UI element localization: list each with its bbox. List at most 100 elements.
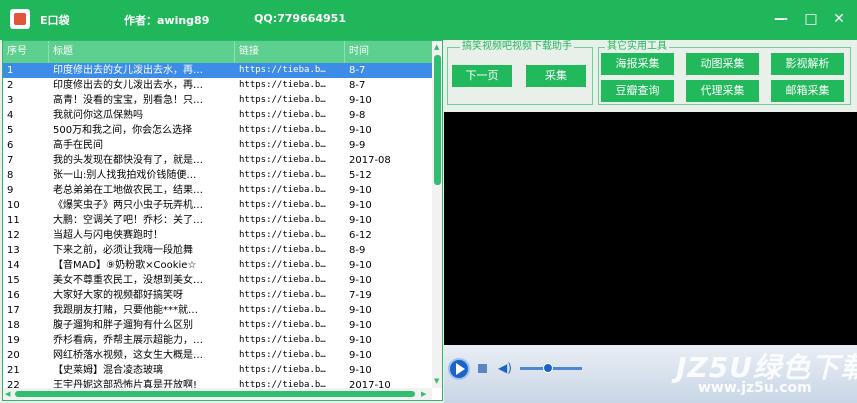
cell-title: 腹子遛狗和胖子遛狗有什么区别 <box>53 320 193 331</box>
author-label: 作者：awing89 <box>124 14 210 27</box>
horizontal-scrollbar[interactable]: ◀ ▶ <box>3 388 432 400</box>
cell-title: 乔杉看病，乔帮主展示超能力，… <box>53 335 203 346</box>
minimize-button[interactable]: — <box>771 9 791 29</box>
stop-icon[interactable] <box>478 364 487 373</box>
video-parse-button[interactable]: 影视解析 <box>771 53 844 75</box>
cell-no: 19 <box>7 335 20 346</box>
scroll-right-icon[interactable]: ▶ <box>421 388 426 400</box>
col-header-link[interactable]: 链接 <box>235 41 345 63</box>
cell-no: 1 <box>7 65 14 76</box>
cell-no: 15 <box>7 275 20 286</box>
cell-link: https://tieba.b… <box>239 320 326 330</box>
cell-title: 大家好大家的视频都好搞笑呀 <box>53 290 183 301</box>
scroll-left-icon[interactable]: ◀ <box>5 388 10 400</box>
cell-link: https://tieba.b… <box>239 155 326 165</box>
cell-link: https://tieba.b… <box>239 215 326 225</box>
cell-no: 4 <box>7 110 14 121</box>
col-header-time[interactable]: 时间 <box>345 41 432 63</box>
cell-time: 9-10 <box>349 95 372 106</box>
cell-no: 11 <box>7 215 20 226</box>
cell-time: 9-10 <box>349 365 372 376</box>
table-row[interactable]: 19 乔杉看病，乔帮主展示超能力，… https://tieba.b… 9-10 <box>3 333 432 348</box>
table-row[interactable]: 17 我跟朋友打赌，只要他能***就… https://tieba.b… 9-10 <box>3 303 432 318</box>
table-row[interactable]: 12 当超人与闪电侠赛跑时！ https://tieba.b… 6-12 <box>3 228 432 243</box>
poster-collect-button[interactable]: 海报采集 <box>601 53 674 75</box>
table-header: 序号 标题 链接 时间 <box>3 41 432 63</box>
collect-button[interactable]: 采集 <box>526 65 586 87</box>
table-row[interactable]: 4 我就问你这瓜保熟吗 https://tieba.b… 9-8 <box>3 108 432 123</box>
table-row[interactable]: 14 【音MAD】⑨奶粉歌×Cookie☆ https://tieba.b… 9-10 <box>3 258 432 273</box>
horizontal-scroll-thumb[interactable] <box>15 391 415 397</box>
cell-link: https://tieba.b… <box>239 125 326 135</box>
vertical-scrollbar[interactable]: ▲ ▼ <box>432 41 442 388</box>
cell-title: 当超人与闪电侠赛跑时！ <box>53 230 163 241</box>
cell-time: 9-10 <box>349 335 372 346</box>
cell-title: 高手在民间 <box>53 140 103 151</box>
cell-no: 21 <box>7 365 20 376</box>
cell-time: 9-10 <box>349 200 372 211</box>
table-row[interactable]: 6 高手在民间 https://tieba.b… 9-9 <box>3 138 432 153</box>
col-header-no[interactable]: 序号 <box>3 41 49 63</box>
title-bar: E口袋 作者：awing89 QQ:779664951 — □ ✕ <box>0 0 857 40</box>
table-row[interactable]: 1 印度修出去的女儿泼出去水，再… https://tieba.b… 8-7 <box>3 63 432 78</box>
table-row[interactable]: 10 《爆笑虫子》两只小虫子玩弄机… https://tieba.b… 9-10 <box>3 198 432 213</box>
watermark-url: www.jz5u.com <box>698 380 812 396</box>
cell-no: 10 <box>7 200 20 211</box>
cell-time: 9-10 <box>349 215 372 226</box>
cell-link: https://tieba.b… <box>239 110 326 120</box>
table-row[interactable]: 11 大鹏：空调关了吧！乔杉：关了… https://tieba.b… 9-10 <box>3 213 432 228</box>
cell-title: 【史莱姆】混合凌态玻璃 <box>53 365 163 376</box>
table-row[interactable]: 15 美女不尊重农民工，没想到美女… https://tieba.b… 9-10 <box>3 273 432 288</box>
table-row[interactable]: 16 大家好大家的视频都好搞笑呀 https://tieba.b… 7-19 <box>3 288 432 303</box>
cell-no: 17 <box>7 305 20 316</box>
next-page-button[interactable]: 下一页 <box>452 65 512 87</box>
cell-title: 印度修出去的女儿泼出去水，再… <box>53 65 203 76</box>
cell-link: https://tieba.b… <box>239 305 326 315</box>
douban-query-button[interactable]: 豆瓣查询 <box>601 80 674 102</box>
table-row[interactable]: 5 500万和我之间，你会怎么选择 https://tieba.b… 9-10 <box>3 123 432 138</box>
volume-icon[interactable]: ◀) <box>498 361 512 375</box>
close-button[interactable]: ✕ <box>829 9 849 29</box>
table-row[interactable]: 18 腹子遛狗和胖子遛狗有什么区别 https://tieba.b… 9-10 <box>3 318 432 333</box>
cell-no: 7 <box>7 155 14 166</box>
cell-title: 印度修出去的女儿泼出去水，再… <box>53 80 203 91</box>
cell-link: https://tieba.b… <box>239 200 326 210</box>
cell-link: https://tieba.b… <box>239 365 326 375</box>
table-row[interactable]: 9 老总弟弟在工地做农民工，结果… https://tieba.b… 9-10 <box>3 183 432 198</box>
cell-title: 高青！没看的宝宝，别看急！只… <box>53 95 203 106</box>
table-row[interactable]: 20 网红桥落水视频，这女生大概是… https://tieba.b… 9-10 <box>3 348 432 363</box>
cell-title: 大鹏：空调关了吧！乔杉：关了… <box>53 215 203 226</box>
video-player[interactable] <box>444 112 857 345</box>
table-row[interactable]: 2 印度修出去的女儿泼出去水，再… https://tieba.b… 8-7 <box>3 78 432 93</box>
maximize-button[interactable]: □ <box>801 9 821 29</box>
table-row[interactable]: 8 张一山:别人找我拍戏价钱随便… https://tieba.b… 5-12 <box>3 168 432 183</box>
scroll-up-icon[interactable]: ▲ <box>434 43 439 51</box>
cell-no: 18 <box>7 320 20 331</box>
proxy-collect-button[interactable]: 代理采集 <box>686 80 759 102</box>
gif-collect-button[interactable]: 动图采集 <box>686 53 759 75</box>
col-header-title[interactable]: 标题 <box>49 41 235 63</box>
scroll-down-icon[interactable]: ▼ <box>434 377 439 385</box>
cell-time: 9-10 <box>349 185 372 196</box>
volume-slider-knob[interactable] <box>542 363 553 373</box>
cell-title: 我就问你这瓜保熟吗 <box>53 110 143 121</box>
play-icon[interactable] <box>448 358 470 380</box>
table-row[interactable]: 7 我的头发现在都快没有了，就是… https://tieba.b… 2017-08 <box>3 153 432 168</box>
cell-no: 14 <box>7 260 20 271</box>
app-name: E口袋 <box>40 14 70 27</box>
cell-title: 张一山:别人找我拍戏价钱随便… <box>53 170 197 181</box>
cell-time: 9-10 <box>349 305 372 316</box>
table-row[interactable]: 13 下来之前，必须让我嗨一段尬舞 https://tieba.b… 8-9 <box>3 243 432 258</box>
table-row[interactable]: 3 高青！没看的宝宝，别看急！只… https://tieba.b… 9-10 <box>3 93 432 108</box>
vertical-scroll-thumb[interactable] <box>434 55 441 185</box>
cell-link: https://tieba.b… <box>239 350 326 360</box>
email-collect-button[interactable]: 邮箱采集 <box>771 80 844 102</box>
cell-link: https://tieba.b… <box>239 275 326 285</box>
table-row[interactable]: 21 【史莱姆】混合凌态玻璃 https://tieba.b… 9-10 <box>3 363 432 378</box>
cell-link: https://tieba.b… <box>239 170 326 180</box>
cell-title: 下来之前，必须让我嗨一段尬舞 <box>53 245 193 256</box>
cell-link: https://tieba.b… <box>239 245 326 255</box>
cell-time: 7-19 <box>349 290 372 301</box>
cell-time: 2017-08 <box>349 155 391 166</box>
cell-link: https://tieba.b… <box>239 185 326 195</box>
